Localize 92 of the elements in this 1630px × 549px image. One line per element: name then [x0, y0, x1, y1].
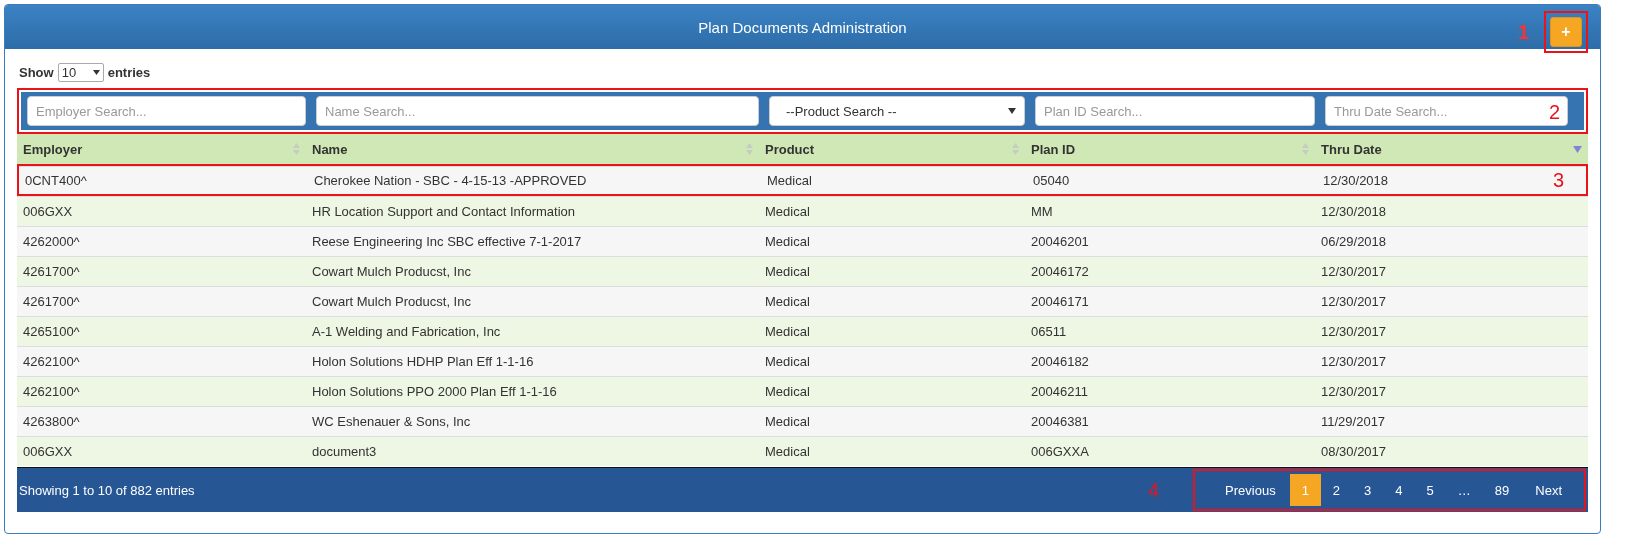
table-cell-text: Cherokee Nation - SBC - 4-15-13 -APPROVED	[313, 173, 588, 188]
table-cell-text: 006GXX	[22, 204, 74, 219]
table-cell-text: Medical	[764, 324, 811, 339]
table-cell-text: 4262100^	[22, 354, 81, 369]
table-cell-text: 06/29/2018	[1320, 234, 1388, 249]
table-cell-text: 05040	[1032, 173, 1071, 188]
table-row[interactable]: 4262100^ Holon Solutions PPO 2000 Plan Eff 1-1-16 Medical 20046211 12/30/2017	[17, 376, 1588, 406]
table-cell-text: 12/30/2017	[1320, 354, 1388, 369]
table-cell-text: Medical	[764, 354, 811, 369]
page-button[interactable]: 2	[1320, 474, 1353, 506]
column-header[interactable]: Plan ID	[1031, 141, 1076, 157]
entries-select[interactable]: 10	[57, 63, 104, 82]
table-cell-text: Medical	[764, 234, 811, 249]
page-button[interactable]: 4	[1383, 474, 1415, 506]
pagination-button[interactable]: Previous	[1211, 474, 1290, 506]
table-cell-text: 4265100^	[22, 324, 81, 339]
callout-number: 2	[1548, 102, 1560, 122]
table-cell-text: Medical	[766, 173, 813, 188]
sort-descending-icon[interactable]	[1573, 145, 1582, 153]
table-cell-text: 0CNT400^	[24, 173, 88, 188]
table-cell-text: Reese Engineering Inc SBC effective 7-1-2017	[311, 234, 583, 249]
table-row[interactable]: 006GXX document3 Medical 006GXXA 08/30/2017	[17, 436, 1588, 466]
page-button[interactable]: 89	[1482, 474, 1522, 506]
column-header[interactable]: Employer	[23, 141, 83, 157]
table-cell-text: 20046201	[1030, 234, 1090, 249]
page-button[interactable]: 3	[1352, 474, 1384, 506]
table-row[interactable]: 4261700^ Cowart Mulch Producst, Inc Medical 20046171 12/30/2017	[17, 286, 1588, 316]
table-cell-text: 4261700^	[22, 294, 81, 309]
table-cell-text: Medical	[764, 384, 811, 399]
sort-icon[interactable]	[293, 143, 300, 155]
table-cell-text: Medical	[764, 414, 811, 429]
table-cell-text: Holon Solutions HDHP Plan Eff 1-1-16	[311, 354, 535, 369]
sort-icon[interactable]	[746, 143, 753, 155]
table-cell-text: HR Location Support and Contact Information	[311, 204, 577, 219]
table-cell-text: 12/30/2017	[1320, 324, 1388, 339]
table-cell-text: A-1 Welding and Fabrication, Inc	[311, 324, 502, 339]
callout-number: 4	[1147, 480, 1160, 500]
table-row[interactable]: 4262000^ Reese Engineering Inc SBC effective 7-1-2017 Medical 20046201 06/29/2018	[17, 226, 1588, 256]
table-cell-text: 08/30/2017	[1320, 444, 1388, 459]
table-cell-text: WC Eshenauer & Sons, Inc	[311, 414, 472, 429]
table-cell-text: 11/29/2017	[1320, 414, 1387, 429]
table-cell-text: 20046182	[1030, 354, 1090, 369]
sort-icon[interactable]	[1302, 143, 1309, 155]
table-cell-text: 12/30/2017	[1320, 264, 1388, 279]
pagination-button[interactable]: Next	[1521, 474, 1576, 506]
table-cell-text: 006GXXA	[1030, 444, 1090, 459]
table-cell-text: 06511	[1030, 324, 1068, 339]
table-row[interactable]: 4262100^ Holon Solutions HDHP Plan Eff 1-1-16 Medical 20046182 12/30/2017	[17, 346, 1588, 376]
table-cell-text: Holon Solutions PPO 2000 Plan Eff 1-1-16	[311, 384, 558, 399]
entries-info: Showing 1 to 10 of 882 entries	[19, 482, 195, 498]
table-row[interactable]: 4261700^ Cowart Mulch Producst, Inc Medical 20046172 12/30/2017	[17, 256, 1588, 286]
search-field[interactable]: Plan ID Search...	[1035, 96, 1315, 126]
table-cell-text: Cowart Mulch Producst, Inc	[311, 264, 472, 279]
table-cell-text: 20046381	[1030, 414, 1090, 429]
table-cell-text: 006GXX	[22, 444, 74, 459]
show-label: Show	[19, 65, 54, 80]
entries-label: entries	[107, 65, 151, 80]
caret-icon	[1008, 108, 1016, 114]
caret-icon	[92, 70, 100, 75]
table-cell-text: 4262100^	[22, 384, 81, 399]
sort-icon[interactable]	[1012, 143, 1019, 155]
table-row[interactable]: 006GXX HR Location Support and Contact Information Medical MM 12/30/2018	[17, 196, 1588, 226]
table-cell-text: Medical	[764, 204, 811, 219]
search-field[interactable]: Name Search...	[316, 96, 759, 126]
table-cell-text: Medical	[764, 444, 811, 459]
product-select[interactable]: --Product Search --	[769, 96, 1025, 126]
table-cell-text: 12/30/2017	[1320, 294, 1388, 309]
table-row[interactable]: 4263800^ WC Eshenauer & Sons, Inc Medical 20046381 11/29/2017	[17, 406, 1588, 436]
column-header[interactable]: Thru Date	[1321, 141, 1382, 157]
table-cell-text: 12/30/2018	[1320, 204, 1388, 219]
page-button[interactable]: 5	[1414, 474, 1446, 506]
table-cell-text: 20046211	[1030, 384, 1089, 399]
table-cell-text: document3	[311, 444, 378, 459]
column-header[interactable]: Name	[312, 141, 348, 157]
table-cell-text: 4263800^	[22, 414, 81, 429]
callout-number: 3	[1552, 170, 1564, 190]
column-header[interactable]: Product	[765, 141, 815, 157]
table-cell-text: 20046172	[1030, 264, 1090, 279]
table-cell-text: 4262000^	[22, 234, 81, 249]
callout-number: 1	[1518, 22, 1530, 42]
table-cell-text: MM	[1030, 204, 1054, 219]
table-cell-text: 12/30/2017	[1320, 384, 1388, 399]
pagination-ellipsis: …	[1456, 481, 1472, 500]
search-field[interactable]: Employer Search...	[27, 96, 306, 126]
page-title: Plan Documents Administration	[698, 18, 907, 36]
table-cell-text: Medical	[764, 264, 811, 279]
table-cell-text: Medical	[764, 294, 811, 309]
table-cell-text: 4261700^	[22, 264, 81, 279]
table-row[interactable]: 4265100^ A-1 Welding and Fabrication, Inc Medical 06511 12/30/2017	[17, 316, 1588, 346]
table-cell-text: Cowart Mulch Producst, Inc	[311, 294, 472, 309]
table-cell-text: 12/30/2018	[1322, 173, 1390, 188]
table-cell-text: 20046171	[1030, 294, 1090, 309]
